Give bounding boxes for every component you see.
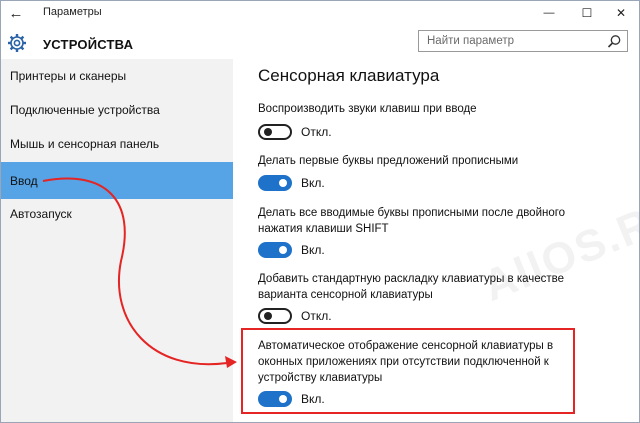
sidebar-item-label: Мышь и сенсорная панель [10,137,160,151]
toggle-standard-layout-state: Откл. [301,309,332,323]
maximize-icon: ☐ [581,6,593,20]
search-placeholder: Найти параметр [427,35,515,47]
sidebar-item-label: Автозапуск [10,207,72,221]
toggle-capitalize-first[interactable] [258,175,292,191]
option-label-line: Добавить стандартную раскладку клавиатур… [258,273,565,285]
sidebar-item-label: Подключенные устройства [10,103,160,117]
option-capitalize-first-label: Делать первые буквы предложений прописны… [258,153,588,169]
sidebar-item-label: Принтеры и сканеры [10,69,127,83]
minimize-button[interactable]: — [531,1,567,25]
maximize-button[interactable]: ☐ [569,1,605,25]
minimize-icon: — [543,7,555,19]
close-icon: ✕ [615,6,627,20]
page-title: Сенсорная клавиатура [258,66,440,85]
toggle-caps-double-shift[interactable] [258,242,292,258]
back-arrow-icon: ← [8,4,24,22]
option-label-line: нажатия клавиши SHIFT [258,223,389,235]
toggle-knob [279,179,287,187]
settings-window: ← Параметры — ☐ ✕ УСТРОЙСТВА Найти парам… [0,0,640,423]
toggle-key-sounds[interactable] [258,124,292,140]
title-bar: ← Параметры — ☐ ✕ [1,1,639,25]
toggle-capitalize-first-state: Вкл. [301,176,325,190]
section-title: УСТРОЙСТВА [43,37,134,52]
gear-icon [8,34,26,52]
sidebar-item-connected-devices[interactable]: Подключенные устройства [1,93,233,127]
search-icon[interactable] [607,34,622,49]
sidebar: Принтеры и сканеры Подключенные устройст… [1,59,233,422]
option-label-line: варианта сенсорной клавиатуры [258,289,433,301]
option-label-line: Делать все вводимые буквы прописными пос… [258,207,566,219]
toggle-knob [264,312,272,320]
window-title: Параметры [43,6,102,18]
sidebar-item-printers[interactable]: Принтеры и сканеры [1,59,233,93]
search-input[interactable]: Найти параметр [418,30,628,52]
sidebar-item-label: Ввод [10,173,38,188]
highlight-box [241,328,575,414]
back-button[interactable]: ← [1,1,31,25]
sidebar-item-input[interactable]: Ввод [1,162,233,199]
toggle-standard-layout[interactable] [258,308,292,324]
toggle-knob [264,128,272,136]
toggle-caps-double-shift-state: Вкл. [301,243,325,257]
sidebar-item-autoplay[interactable]: Автозапуск [1,197,233,231]
close-button[interactable]: ✕ [603,1,639,25]
option-key-sounds-label: Воспроизводить звуки клавиш при вводе [258,101,588,117]
toggle-knob [279,246,287,254]
toggle-key-sounds-state: Откл. [301,125,332,139]
option-label-line: Воспроизводить звуки клавиш при вводе [258,103,477,115]
option-label-line: Делать первые буквы предложений прописны… [258,155,519,167]
sidebar-item-mouse-touchpad[interactable]: Мышь и сенсорная панель [1,127,233,161]
option-standard-layout-label: Добавить стандартную раскладку клавиатур… [258,271,588,303]
option-caps-double-shift-label: Делать все вводимые буквы прописными пос… [258,205,588,237]
